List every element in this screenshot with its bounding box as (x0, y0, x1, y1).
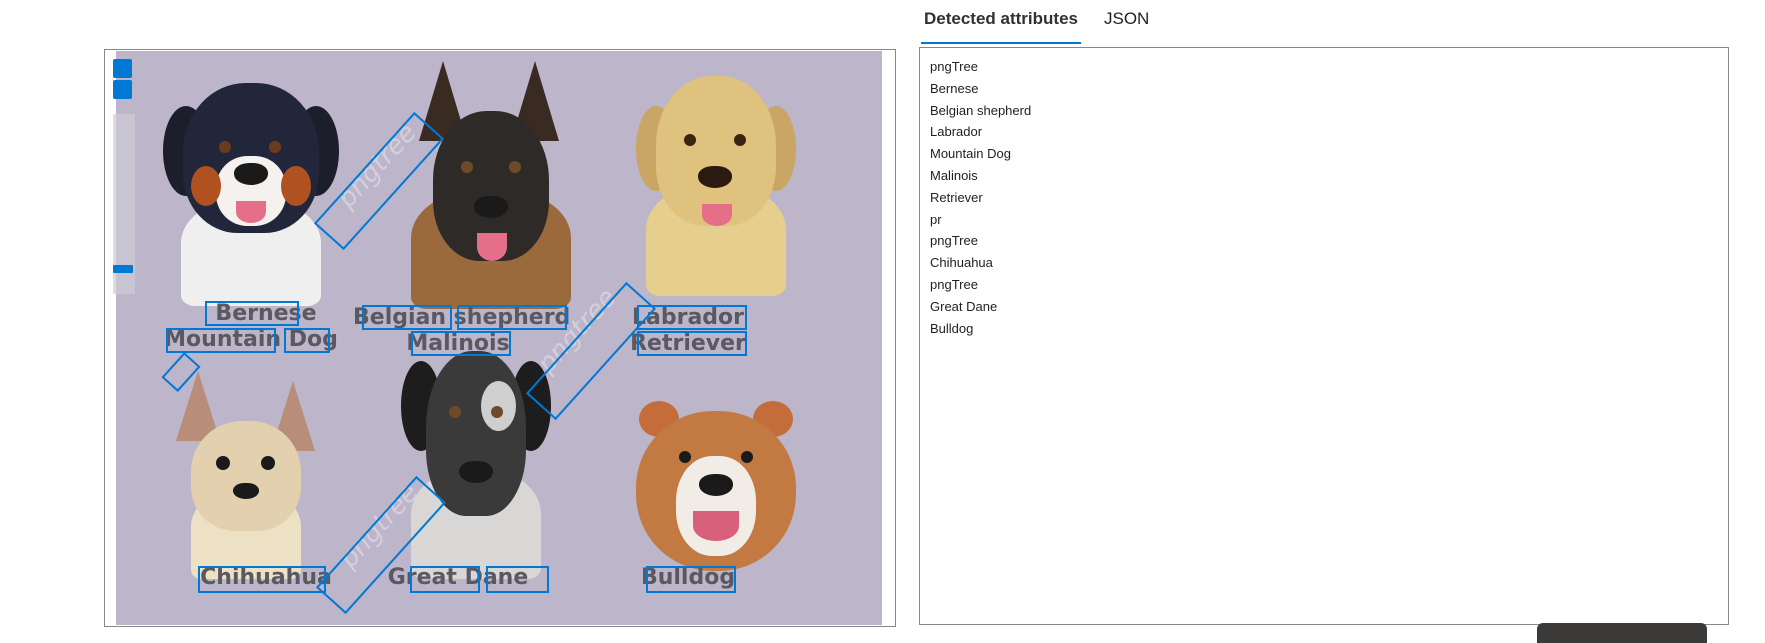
dog-tongue (236, 201, 266, 223)
attribute-item: Retriever (930, 189, 983, 205)
bbox-chihuahua[interactable] (198, 566, 326, 593)
dog-eye (216, 456, 230, 470)
dog-eye (734, 134, 746, 146)
tab-detected-attributes[interactable]: Detected attributes (921, 0, 1081, 44)
dog-head (191, 421, 301, 531)
dog-eye (449, 406, 461, 418)
attribute-item: Malinois (930, 167, 978, 183)
tab-bar: Detected attributes JSON (921, 0, 1172, 44)
attribute-item: Labrador (930, 124, 983, 140)
image-viewer: pngtree pngtree pngtree Bernese Mountain… (104, 49, 896, 627)
dog-bulldog (631, 396, 801, 576)
zoom-out-icon[interactable] (113, 80, 132, 99)
dog-nose (474, 196, 508, 218)
dog-nose (234, 163, 268, 185)
attribute-item: Bulldog (930, 320, 974, 336)
dog-tongue (477, 233, 507, 261)
floating-toolbar[interactable] (1537, 623, 1707, 643)
attribute-item: Great Dane (930, 298, 998, 314)
bbox-dane[interactable] (486, 566, 549, 593)
dog-eye (684, 134, 696, 146)
analyzed-image: pngtree pngtree pngtree Bernese Mountain… (116, 51, 882, 625)
attribute-item: Mountain Dog (930, 146, 1011, 162)
bbox-bernese[interactable] (205, 301, 299, 326)
attribute-item: pngTree (930, 59, 978, 74)
dog-tongue (702, 204, 732, 226)
bbox-malinois[interactable] (411, 331, 511, 356)
dog-head (426, 351, 526, 516)
dog-bernese-mountain-dog (161, 71, 341, 311)
bbox-mountain[interactable] (166, 328, 276, 353)
dog-belgian-shepherd-malinois (411, 61, 571, 311)
dog-labrador-retriever (636, 66, 796, 306)
zoom-in-icon[interactable] (113, 59, 132, 78)
dog-eye (491, 406, 503, 418)
dog-cheek (191, 166, 221, 206)
dog-muzzle (676, 456, 756, 556)
dog-eye (269, 141, 281, 153)
attribute-item: Bernese (930, 80, 979, 96)
dog-eye (461, 161, 473, 173)
dog-nose (459, 461, 493, 483)
attribute-item: Chihuahua (930, 255, 993, 271)
attribute-item: pr (930, 211, 942, 227)
bbox-bulldog[interactable] (646, 566, 736, 593)
detected-attributes-panel: pngTree Bernese Belgian shepherd Labrado… (919, 47, 1729, 625)
dog-cheek (281, 166, 311, 206)
zoom-slider-thumb[interactable] (113, 265, 133, 273)
attribute-item: pngTree (930, 276, 978, 292)
attribute-item: Belgian shepherd (930, 102, 1032, 118)
tab-json[interactable]: JSON (1101, 0, 1152, 36)
dog-nose (698, 166, 732, 188)
dog-nose (699, 474, 733, 496)
bbox-retriever[interactable] (637, 331, 747, 356)
dog-eye (509, 161, 521, 173)
dog-eye (679, 451, 691, 463)
dog-tongue (693, 511, 739, 541)
dog-chihuahua (171, 371, 321, 581)
dog-eye (261, 456, 275, 470)
bbox-belgian[interactable] (362, 305, 452, 330)
attribute-item: pngTree (930, 233, 978, 249)
dog-eye (219, 141, 231, 153)
bbox-dog[interactable] (284, 328, 330, 353)
bbox-great[interactable] (410, 566, 480, 593)
bbox-shepherd[interactable] (457, 305, 567, 330)
dog-great-dane (401, 341, 551, 581)
dog-eye (741, 451, 753, 463)
dog-nose (233, 483, 259, 499)
